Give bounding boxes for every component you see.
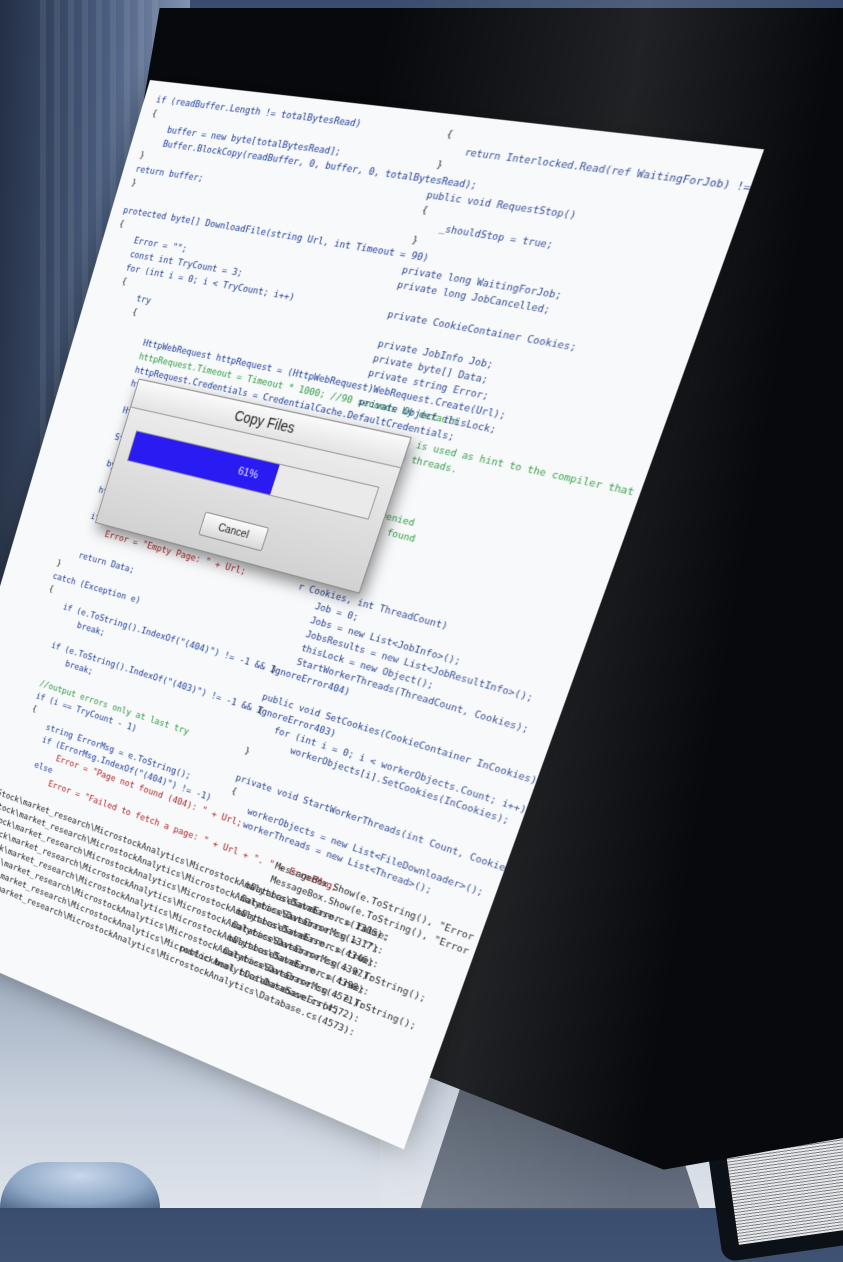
screen-perspective: if (readBuffer.Length != totalBytesRead)… — [0, 0, 843, 1208]
cancel-button[interactable]: Cancel — [198, 512, 269, 552]
monitor-screen: if (readBuffer.Length != totalBytesRead)… — [0, 80, 764, 1149]
